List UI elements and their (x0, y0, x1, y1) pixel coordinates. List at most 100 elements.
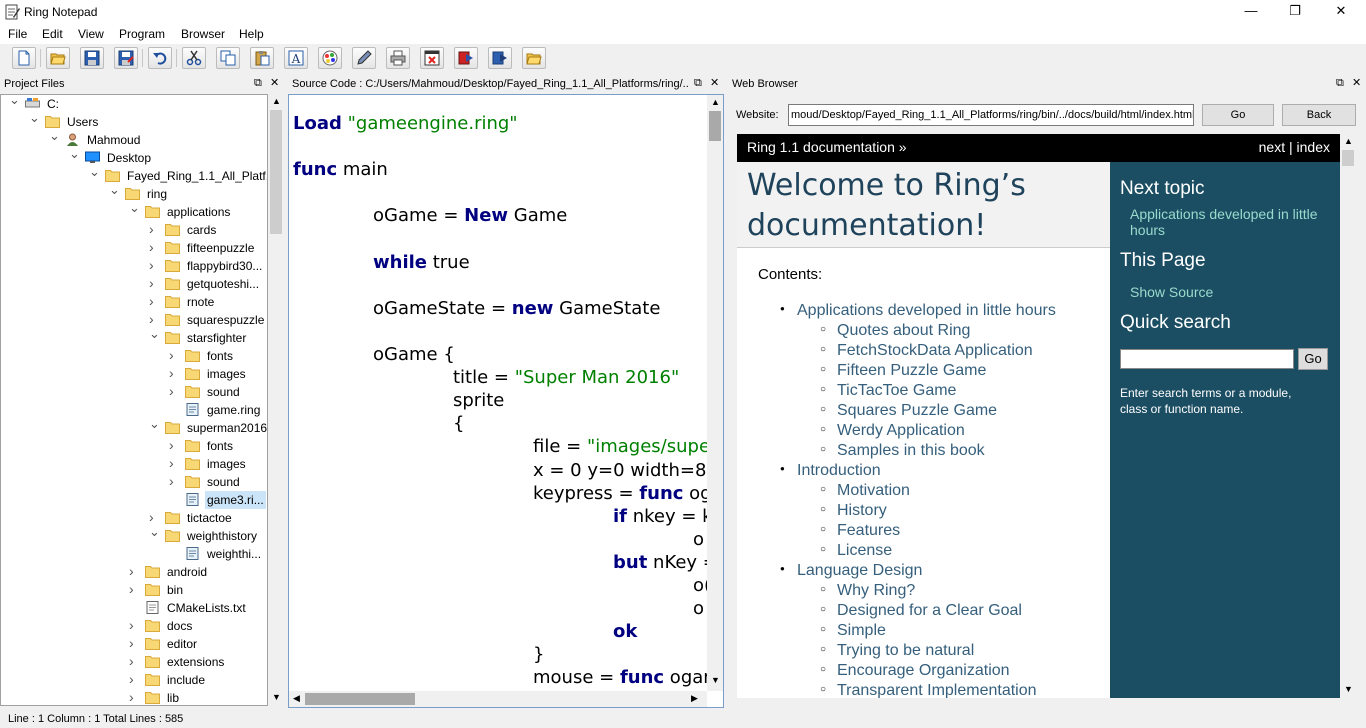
browser-scroll-up-icon[interactable]: ▲ (1344, 136, 1353, 146)
toc-link[interactable]: FetchStockData Application (837, 342, 1033, 360)
tree-item[interactable]: › editor (1, 634, 267, 653)
tree-item[interactable]: › docs (1, 616, 267, 635)
expand-arrow-icon[interactable]: › (169, 472, 179, 490)
source-float-icon[interactable]: ⧉ (694, 76, 702, 90)
tree-item[interactable]: › lib (1, 688, 267, 705)
expand-arrow-icon[interactable]: › (129, 616, 139, 634)
toc-link[interactable]: Language Design (797, 562, 922, 580)
tree-item[interactable]: ⌄ C: (1, 95, 267, 113)
editor-hscrollbar[interactable]: ◀ ▶ (289, 691, 707, 707)
tree-item[interactable]: › fonts (1, 437, 267, 455)
tree-item[interactable]: game.ring (1, 401, 267, 419)
tree-item[interactable]: › sound (1, 472, 267, 491)
next-topic-link-line2[interactable]: hours (1130, 222, 1165, 238)
scroll-up-icon[interactable]: ▲ (272, 96, 281, 106)
scroll-down-icon[interactable]: ▼ (272, 692, 281, 702)
menu-edit[interactable]: Edit (42, 27, 63, 41)
collapse-arrow-icon[interactable]: ⌄ (69, 145, 80, 163)
paste-button[interactable] (250, 47, 274, 69)
tree-item[interactable]: ⌄ Mahmoud (1, 128, 267, 149)
tree-item[interactable]: ⌄ Fayed_Ring_1.1_All_Platf... (1, 164, 267, 185)
editor-scroll-down-icon[interactable]: ▼ (711, 675, 720, 685)
browser-scroll-down-icon[interactable]: ▼ (1344, 684, 1353, 694)
next-topic-link-line1[interactable]: Applications developed in little (1130, 206, 1318, 222)
tree-item[interactable]: ⌄ Users (1, 110, 267, 131)
collapse-arrow-icon[interactable]: ⌄ (89, 163, 100, 181)
save-button[interactable] (80, 47, 104, 69)
tree-item[interactable]: › flappybird30... (1, 256, 267, 275)
tree-item[interactable]: › android (1, 562, 267, 581)
expand-arrow-icon[interactable]: › (169, 382, 179, 400)
toc-link[interactable]: Squares Puzzle Game (837, 402, 997, 420)
expand-arrow-icon[interactable]: › (129, 562, 139, 580)
editor-scroll-left-icon[interactable]: ◀ (293, 693, 300, 704)
menu-help[interactable]: Help (239, 27, 264, 41)
toc-link[interactable]: Why Ring? (837, 582, 915, 600)
collapse-arrow-icon[interactable]: ⌄ (49, 127, 60, 145)
tree-item[interactable]: ⌄ weighthistory (1, 524, 267, 545)
tree-item[interactable]: › squarespuzzle (1, 311, 267, 329)
expand-arrow-icon[interactable]: › (129, 688, 139, 705)
toc-link[interactable]: Quotes about Ring (837, 322, 970, 340)
toc-link[interactable]: Samples in this book (837, 442, 985, 460)
open-button[interactable] (46, 47, 70, 69)
menu-browser[interactable]: Browser (181, 27, 225, 41)
toc-link[interactable]: Simple (837, 622, 886, 640)
collapse-arrow-icon[interactable]: ⌄ (29, 109, 40, 127)
menu-file[interactable]: File (8, 27, 27, 41)
show-source-link[interactable]: Show Source (1130, 284, 1213, 300)
goto-line-button[interactable] (352, 47, 376, 69)
tree-item[interactable]: › images (1, 364, 267, 383)
toc-link[interactable]: License (837, 542, 892, 560)
relbar-title[interactable]: Ring 1.1 documentation » (747, 139, 907, 155)
editor-hscroll-thumb[interactable] (305, 693, 415, 705)
tree-item[interactable]: › images (1, 455, 267, 473)
browser-scroll-thumb[interactable] (1342, 150, 1354, 166)
toc-link[interactable]: Introduction (797, 462, 881, 480)
back-button[interactable]: Back (1282, 104, 1356, 126)
toc-link[interactable]: History (837, 502, 887, 520)
toc-link[interactable]: Designed for a Clear Goal (837, 602, 1022, 620)
expand-arrow-icon[interactable]: › (149, 256, 159, 274)
expand-arrow-icon[interactable]: › (149, 220, 159, 238)
tree-item[interactable]: game3.ri... (1, 491, 267, 509)
expand-arrow-icon[interactable]: › (129, 670, 139, 688)
debug-button[interactable] (420, 47, 444, 69)
tree-item[interactable]: › tictactoe (1, 509, 267, 527)
menu-program[interactable]: Program (119, 27, 165, 41)
expand-arrow-icon[interactable]: › (169, 364, 179, 382)
collapse-arrow-icon[interactable]: ⌄ (149, 325, 160, 343)
editor-vscroll-thumb[interactable] (709, 111, 721, 141)
expand-arrow-icon[interactable]: › (129, 634, 139, 652)
tree-item[interactable]: › bin (1, 580, 267, 599)
tree-item[interactable]: ⌄ Desktop (1, 146, 267, 167)
minimize-button[interactable]: — (1228, 0, 1274, 24)
browser-scrollbar[interactable]: ▲ ▼ (1340, 134, 1356, 698)
toc-link[interactable]: Transparent Implementation (837, 682, 1037, 698)
tree-item[interactable]: › include (1, 670, 267, 689)
tree-scroll-thumb[interactable] (270, 110, 282, 234)
tree-item[interactable]: › fonts (1, 347, 267, 365)
collapse-arrow-icon[interactable]: ⌄ (149, 415, 160, 433)
toc-link[interactable]: Trying to be natural (837, 642, 974, 660)
font-button[interactable]: A (284, 47, 308, 69)
expand-arrow-icon[interactable]: › (149, 274, 159, 292)
tree-item[interactable]: weighthi... (1, 545, 267, 563)
editor-scroll-right-icon[interactable]: ▶ (691, 693, 698, 704)
editor-vscrollbar[interactable]: ▲ ▼ (707, 95, 723, 691)
toc-link[interactable]: Encourage Organization (837, 662, 1010, 680)
go-button[interactable]: Go (1202, 104, 1274, 126)
code-editor[interactable]: mouse = func ogam} ok o o(but nKey = o if nke… (288, 94, 724, 708)
print-button[interactable] (386, 47, 410, 69)
save-as-button[interactable] (114, 47, 138, 69)
collapse-arrow-icon[interactable]: ⌄ (109, 181, 120, 199)
tree-item[interactable]: ⌄ starsfighter (1, 326, 267, 347)
tree-item[interactable]: CMakeLists.txt (1, 599, 267, 617)
collapse-arrow-icon[interactable]: ⌄ (149, 523, 160, 541)
tree-item[interactable]: › extensions (1, 653, 267, 671)
open-project-button[interactable] (522, 47, 546, 69)
expand-arrow-icon[interactable]: › (149, 292, 159, 310)
expand-arrow-icon[interactable]: › (129, 580, 139, 598)
toc-link[interactable]: Werdy Application (837, 422, 965, 440)
new-file-button[interactable] (12, 47, 36, 69)
